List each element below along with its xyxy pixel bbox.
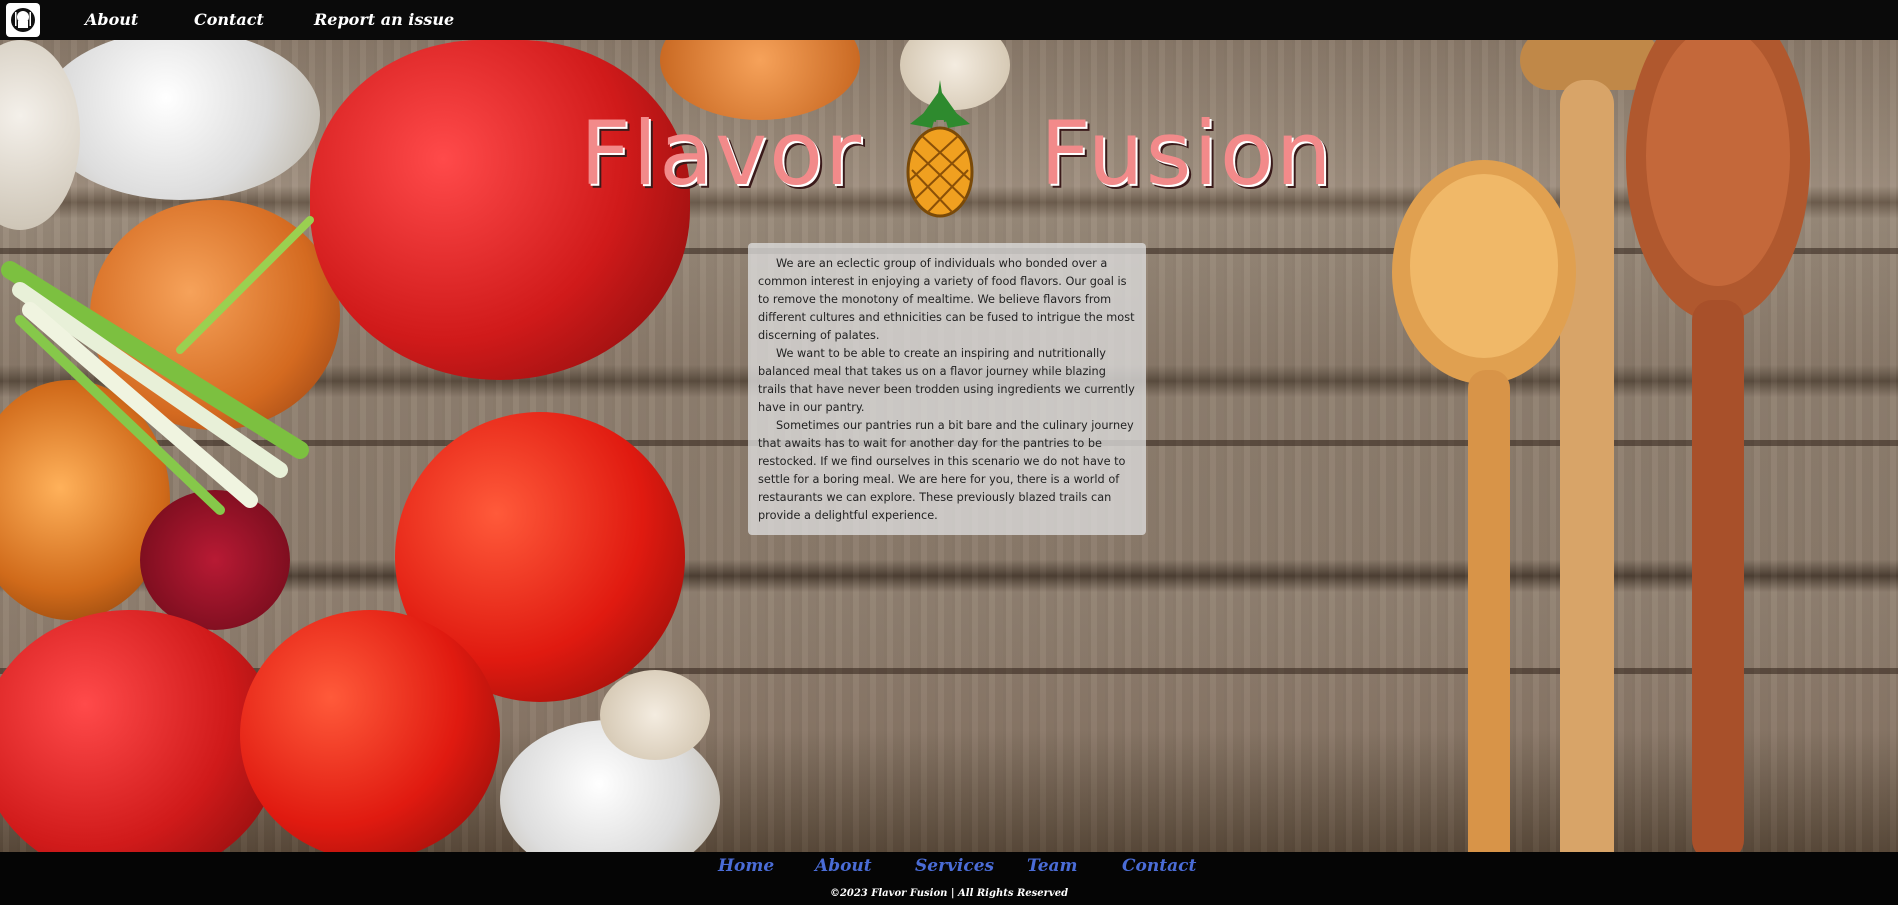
wooden-spoon-image [1392, 40, 1810, 852]
page-title-flavor: Flavor [580, 102, 864, 205]
red-pepper-image [0, 610, 280, 852]
top-navigation: About Contact Report an issue [0, 0, 1898, 40]
footer-team-link[interactable]: Team [1027, 856, 1078, 876]
red-pepper-image [310, 40, 690, 380]
footer-services-link[interactable]: Services [915, 856, 994, 876]
about-paragraph: Sometimes our pantries run a bit bare an… [758, 419, 1134, 522]
footer-contact-link[interactable]: Contact [1122, 856, 1196, 876]
footer-about-link[interactable]: About [815, 856, 872, 876]
pineapple-icon [900, 80, 980, 224]
footer-home-link[interactable]: Home [718, 856, 774, 876]
copyright-text: ©2023 Flavor Fusion | All Rights Reserve… [829, 888, 1069, 899]
hero-background: Flavor Fusion We are an eclectic group o… [0, 40, 1898, 852]
about-description-card: We are an eclectic group of individuals … [748, 243, 1146, 535]
about-paragraph: We are an eclectic group of individuals … [758, 257, 1135, 342]
green-onion-image [1, 216, 314, 515]
chef-utensils-icon[interactable] [6, 3, 40, 37]
about-paragraph: We want to be able to create an inspirin… [758, 347, 1135, 414]
nav-contact-link[interactable]: Contact [194, 10, 264, 29]
tomato-image [240, 610, 500, 852]
nav-report-issue-link[interactable]: Report an issue [314, 10, 454, 29]
mushroom-image [40, 40, 320, 200]
nav-about-link[interactable]: About [85, 10, 138, 29]
footer: Home About Services Team Contact ©2023 F… [0, 852, 1898, 905]
page-title-fusion: Fusion [1040, 102, 1334, 205]
garlic-image [600, 670, 710, 760]
